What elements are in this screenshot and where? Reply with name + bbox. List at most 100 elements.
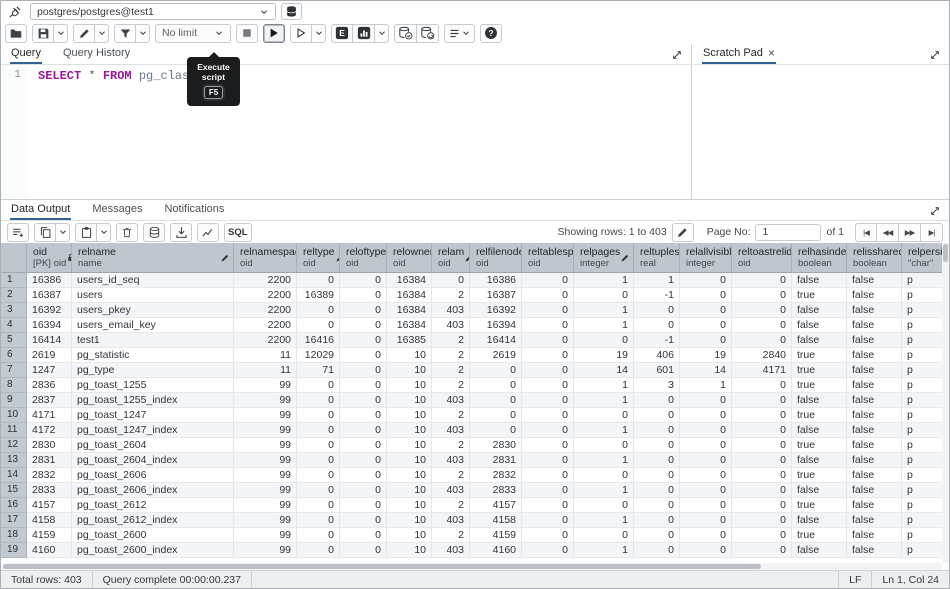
grid-cell[interactable]: 0 — [340, 453, 387, 468]
grid-cell[interactable]: 1 — [574, 423, 634, 438]
row-header[interactable]: 14 — [1, 468, 27, 483]
grid-cell[interactable]: p — [902, 453, 942, 468]
grid-cell[interactable]: 0 — [470, 363, 522, 378]
grid-cell[interactable]: 0 — [634, 513, 680, 528]
row-header[interactable]: 6 — [1, 348, 27, 363]
grid-cell[interactable]: true — [792, 348, 847, 363]
horizontal-scrollbar-thumb[interactable] — [3, 564, 761, 569]
grid-cell[interactable]: p — [902, 318, 942, 333]
column-header-relname[interactable]: relnamename — [72, 243, 234, 273]
grid-cell[interactable]: p — [902, 543, 942, 558]
grid-cell[interactable]: 99 — [234, 393, 297, 408]
grid-cell[interactable]: 10 — [387, 453, 432, 468]
grid-cell[interactable]: 0 — [634, 498, 680, 513]
grid-cell[interactable]: 0 — [522, 453, 574, 468]
grid-cell[interactable]: 2 — [432, 408, 470, 423]
grid-cell[interactable]: 0 — [574, 438, 634, 453]
grid-cell[interactable]: 0 — [634, 543, 680, 558]
grid-cell[interactable]: 4159 — [27, 528, 72, 543]
edit-dropdown-button[interactable] — [95, 24, 109, 43]
grid-cell[interactable]: 0 — [634, 318, 680, 333]
save-dropdown-button[interactable] — [54, 24, 68, 43]
grid-cell[interactable]: false — [847, 453, 902, 468]
column-header-reltuples[interactable]: reltuplesreal — [634, 243, 680, 273]
grid-cell[interactable]: p — [902, 468, 942, 483]
grid-cell[interactable]: 2836 — [27, 378, 72, 393]
grid-cell[interactable]: 0 — [634, 453, 680, 468]
grid-cell[interactable]: 0 — [680, 318, 732, 333]
grid-cell[interactable]: users_pkey — [72, 303, 234, 318]
grid-cell[interactable]: 10 — [387, 408, 432, 423]
grid-cell[interactable]: false — [847, 498, 902, 513]
grid-cell[interactable]: 19 — [574, 348, 634, 363]
grid-cell[interactable]: 2 — [432, 378, 470, 393]
grid-cell[interactable]: false — [792, 543, 847, 558]
grid-cell[interactable]: 0 — [297, 408, 340, 423]
grid-cell[interactable]: 2200 — [234, 288, 297, 303]
rollback-button[interactable] — [417, 24, 439, 43]
grid-cell[interactable]: 0 — [732, 408, 792, 423]
grid-cell[interactable]: 4158 — [470, 513, 522, 528]
grid-cell[interactable]: 16384 — [387, 318, 432, 333]
tab-notifications[interactable]: Notifications — [163, 200, 225, 220]
grid-cell[interactable]: false — [847, 543, 902, 558]
grid-cell[interactable]: 14 — [680, 363, 732, 378]
grid-cell[interactable]: 1 — [634, 273, 680, 288]
grid-cell[interactable]: 99 — [234, 483, 297, 498]
grid-cell[interactable]: 10 — [387, 393, 432, 408]
grid-cell[interactable]: 2 — [432, 468, 470, 483]
grid-cell[interactable]: 10 — [387, 483, 432, 498]
graph-visualiser-button[interactable] — [197, 223, 219, 242]
grid-cell[interactable]: 0 — [340, 468, 387, 483]
row-header[interactable]: 17 — [1, 513, 27, 528]
grid-cell[interactable]: 0 — [340, 423, 387, 438]
grid-cell[interactable]: 16394 — [470, 318, 522, 333]
grid-cell[interactable]: 2840 — [732, 348, 792, 363]
execute-script-button[interactable] — [263, 24, 285, 43]
column-header-relowner[interactable]: relowneroid — [387, 243, 432, 273]
grid-cell[interactable]: pg_toast_2604_index — [72, 453, 234, 468]
row-header[interactable]: 12 — [1, 438, 27, 453]
copy-dropdown-button[interactable] — [56, 223, 70, 242]
show-sql-button[interactable]: SQL — [224, 223, 252, 242]
row-header[interactable]: 1 — [1, 273, 27, 288]
grid-cell[interactable]: 0 — [522, 318, 574, 333]
grid-cell[interactable]: 0 — [732, 423, 792, 438]
scratch-pad-editor[interactable] — [693, 65, 949, 198]
grid-cell[interactable]: pg_toast_2604 — [72, 438, 234, 453]
tab-query-history[interactable]: Query History — [62, 44, 131, 64]
grid-cell[interactable]: false — [847, 528, 902, 543]
grid-cell[interactable]: false — [792, 393, 847, 408]
grid-cell[interactable]: 0 — [680, 333, 732, 348]
grid-cell[interactable]: p — [902, 528, 942, 543]
row-header[interactable]: 9 — [1, 393, 27, 408]
grid-cell[interactable]: 0 — [340, 273, 387, 288]
grid-cell[interactable]: 2619 — [27, 348, 72, 363]
grid-cell[interactable]: 0 — [297, 378, 340, 393]
grid-cell[interactable]: 0 — [297, 393, 340, 408]
grid-cell[interactable]: 0 — [340, 333, 387, 348]
grid-cell[interactable]: 0 — [297, 528, 340, 543]
grid-cell[interactable]: 0 — [340, 318, 387, 333]
grid-cell[interactable]: 3 — [634, 378, 680, 393]
grid-cell[interactable]: 1 — [574, 273, 634, 288]
grid-cell[interactable]: 0 — [522, 528, 574, 543]
grid-cell[interactable]: 99 — [234, 528, 297, 543]
grid-cell[interactable]: false — [847, 318, 902, 333]
grid-cell[interactable]: p — [902, 333, 942, 348]
grid-cell[interactable]: false — [792, 483, 847, 498]
grid-cell[interactable]: 1 — [574, 543, 634, 558]
grid-cell[interactable]: 2831 — [27, 453, 72, 468]
column-header-relallvisible[interactable]: relallvisibleinteger — [680, 243, 732, 273]
grid-cell[interactable]: 2200 — [234, 318, 297, 333]
grid-cell[interactable]: 0 — [470, 378, 522, 393]
grid-cell[interactable]: 10 — [387, 468, 432, 483]
cancel-query-button[interactable] — [236, 24, 258, 43]
grid-cell[interactable]: 0 — [634, 483, 680, 498]
expand-editor-button[interactable] — [669, 47, 684, 62]
grid-cell[interactable]: 0 — [522, 288, 574, 303]
grid-cell[interactable]: 0 — [680, 408, 732, 423]
grid-cell[interactable]: 0 — [522, 438, 574, 453]
grid-cell[interactable]: pg_toast_2600 — [72, 528, 234, 543]
grid-cell[interactable]: 16386 — [470, 273, 522, 288]
